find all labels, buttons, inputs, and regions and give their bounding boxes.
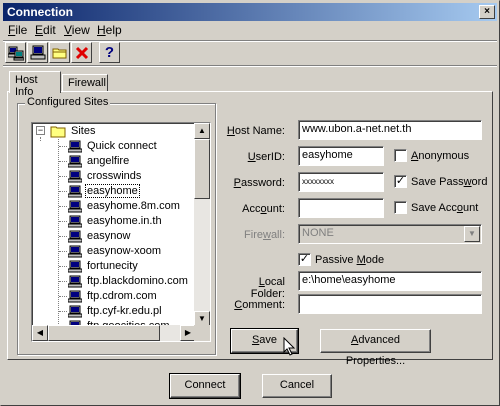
account-label: Account: <box>242 203 285 215</box>
vertical-scroll-thumb[interactable] <box>194 139 210 199</box>
site-label: Quick connect <box>87 140 157 152</box>
site-item[interactable]: ftp.blackdomino.com <box>68 274 190 289</box>
collapse-toggle[interactable]: − <box>36 126 45 135</box>
folder-icon <box>52 48 66 58</box>
site-item[interactable]: crosswinds <box>68 169 143 184</box>
toolbar: ? <box>3 42 497 66</box>
computer-icon <box>68 155 82 168</box>
computer-icon <box>68 215 82 228</box>
host-name-label: Host Name: <box>226 125 285 137</box>
horizontal-scroll-thumb[interactable] <box>48 325 160 341</box>
site-item[interactable]: easyhome <box>68 184 140 199</box>
dropdown-arrow-icon: ▼ <box>464 226 480 242</box>
anonymous-label: Anonymous <box>411 150 470 162</box>
disconnect-icon <box>30 45 45 59</box>
delete-button[interactable] <box>71 42 92 63</box>
advanced-properties-button[interactable]: Advanced Properties... <box>320 329 431 367</box>
tab-firewall[interactable]: Firewall <box>62 74 108 92</box>
site-label: easyhome.8m.com <box>87 200 180 212</box>
site-item[interactable]: fortunecity <box>68 259 140 274</box>
site-label: easyhome <box>85 184 140 198</box>
computer-icon <box>68 305 82 318</box>
scroll-up-button[interactable]: ▲ <box>194 123 210 139</box>
computer-icon <box>68 185 82 198</box>
userid-label: UserID: <box>247 151 285 163</box>
delete-icon <box>75 46 88 59</box>
site-item[interactable]: Quick connect <box>68 139 159 154</box>
open-folder-button[interactable] <box>49 42 70 63</box>
menu-view[interactable]: View <box>64 23 90 37</box>
computer-icon <box>68 230 82 243</box>
password-label: Password: <box>233 177 285 189</box>
site-item[interactable]: easyhome.in.th <box>68 214 164 229</box>
site-item[interactable]: ftp.cdrom.com <box>68 289 159 304</box>
connect-button[interactable] <box>5 42 26 63</box>
tree-root[interactable]: Sites <box>50 124 97 139</box>
connect-icon <box>7 46 24 60</box>
site-label: fortunecity <box>87 260 138 272</box>
menu-edit[interactable]: Edit <box>35 23 56 37</box>
tree-vertical-scrollbar[interactable]: ▲ ▼ <box>194 123 210 327</box>
passive-mode-label: Passive Mode <box>315 254 385 266</box>
computer-icon <box>68 200 82 213</box>
save-account-label: Save Account <box>411 202 479 214</box>
tree-horizontal-scrollbar[interactable]: ◀ ▶ <box>32 325 196 341</box>
tree-items: − Sites Quick connect angelfire crosswinds… <box>32 123 196 327</box>
scrollbar-corner <box>194 325 210 341</box>
site-label: ftp.cdrom.com <box>87 290 157 302</box>
save-password-label: Save Password <box>411 176 488 188</box>
site-label: angelfire <box>87 155 130 167</box>
computer-icon <box>68 245 82 258</box>
firewall-select: NONE ▼ <box>298 224 482 244</box>
close-button[interactable]: × <box>479 5 495 19</box>
comment-field[interactable] <box>298 294 482 314</box>
password-field[interactable]: xxxxxxxx <box>298 172 384 192</box>
configured-sites-label: Configured Sites <box>25 96 111 108</box>
computer-icon <box>68 140 82 153</box>
mouse-pointer-icon <box>283 337 296 356</box>
help-icon: ? <box>104 44 115 61</box>
site-item[interactable]: angelfire <box>68 154 131 169</box>
site-label: easyhome.in.th <box>87 215 162 227</box>
site-label: ftp.blackdomino.com <box>87 275 188 287</box>
title-bar: Connection × <box>3 3 497 21</box>
site-label: ftp.cyf-kr.edu.pl <box>87 305 162 317</box>
save-account-checkbox[interactable] <box>394 201 407 214</box>
computer-icon <box>68 170 82 183</box>
firewall-label: Firewall: <box>244 229 285 241</box>
connect-button[interactable]: Connect <box>169 373 241 399</box>
account-field[interactable] <box>298 198 384 218</box>
site-item[interactable]: easynow-xoom <box>68 244 163 259</box>
computer-icon <box>68 260 82 273</box>
local-folder-label: Local Folder: <box>250 276 285 300</box>
cancel-button[interactable]: Cancel <box>262 374 332 398</box>
anonymous-checkbox[interactable] <box>394 149 407 162</box>
help-button[interactable]: ? <box>99 42 120 63</box>
userid-field[interactable]: easyhome <box>298 146 384 166</box>
folder-icon <box>50 126 66 138</box>
site-label: easynow-xoom <box>87 245 161 257</box>
toolbar-bottom-divider <box>3 65 497 67</box>
computer-icon <box>68 290 82 303</box>
disconnect-button[interactable] <box>27 42 48 63</box>
site-item[interactable]: easyhome.8m.com <box>68 199 182 214</box>
host-name-field[interactable]: www.ubon.a-net.net.th <box>298 120 482 140</box>
site-item[interactable]: easynow <box>68 229 132 244</box>
site-label: crosswinds <box>87 170 142 182</box>
local-folder-field[interactable]: e:\home\easyhome <box>298 271 482 291</box>
tab-host-info[interactable]: Host Info <box>9 71 61 98</box>
site-label: easynow <box>87 230 131 242</box>
connection-dialog: Connection × File Edit View Help ? Host … <box>0 0 500 406</box>
comment-label: Comment: <box>234 299 285 311</box>
passive-mode-checkbox[interactable]: ✓ <box>298 253 311 266</box>
save-password-checkbox[interactable]: ✓ <box>394 175 407 188</box>
menu-bar: File Edit View Help <box>3 22 497 39</box>
computer-icon <box>68 275 82 288</box>
sites-tree[interactable]: − Sites Quick connect angelfire crosswinds… <box>31 122 211 342</box>
window-title: Connection <box>7 5 73 19</box>
scroll-left-button[interactable]: ◀ <box>32 325 48 341</box>
site-item[interactable]: ftp.cyf-kr.edu.pl <box>68 304 164 319</box>
menu-help[interactable]: Help <box>97 23 122 37</box>
menu-file[interactable]: File <box>8 23 27 37</box>
